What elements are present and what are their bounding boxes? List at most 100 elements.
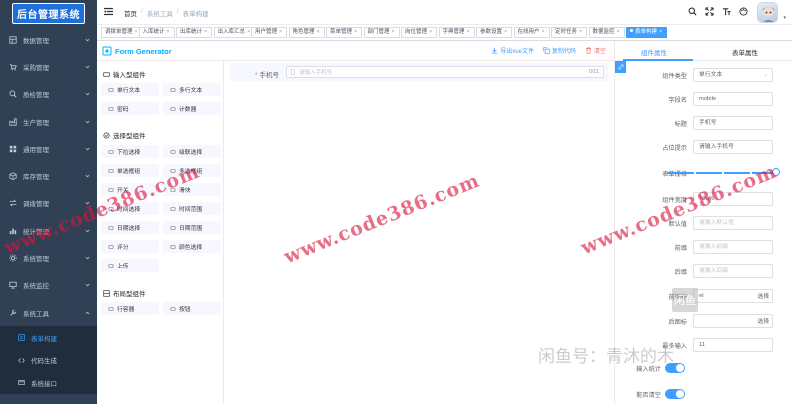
sidebar-item-9[interactable]: 系统管理 <box>0 244 97 271</box>
grid-slider-handle[interactable] <box>772 168 780 176</box>
submenu-item-2[interactable]: 代码生成 <box>0 349 97 372</box>
grid-icon <box>9 145 17 153</box>
close-icon[interactable]: × <box>204 29 207 35</box>
tag-1[interactable]: 调拨单管理 × <box>101 27 143 38</box>
close-icon[interactable]: × <box>167 29 170 35</box>
select-component-1[interactable]: 下拉选择 <box>101 145 159 158</box>
prefix-input[interactable]: 请输入前缀 <box>693 240 773 254</box>
grid-slider-track[interactable] <box>667 172 777 174</box>
tag-10[interactable]: 字典管理 × <box>438 27 475 38</box>
close-icon[interactable]: × <box>247 29 250 35</box>
sidebar-item-8[interactable]: 统计管理 <box>0 217 97 244</box>
theme-icon[interactable] <box>739 7 748 16</box>
title-input[interactable]: 手机号 <box>693 116 773 130</box>
tag-12[interactable]: 在线用户 × <box>513 27 550 38</box>
width-input[interactable]: 100% <box>693 192 773 206</box>
component-type-select[interactable]: 单行文本 ⌄ <box>693 68 773 82</box>
suffix-icon-select-button[interactable]: 选择 <box>757 316 769 328</box>
select-component-4[interactable]: 多选框组 <box>163 164 221 177</box>
select-component-8[interactable]: 时间范围 <box>163 202 221 215</box>
sidebar-item-10[interactable]: 系统监控 <box>0 272 97 299</box>
submenu-item-3[interactable]: 系统接口 <box>0 371 97 394</box>
avatar[interactable] <box>757 2 778 23</box>
default-value-input[interactable]: 请输入默认值 <box>693 216 773 230</box>
tag-13[interactable]: 定时任务 × <box>551 27 588 38</box>
sidebar-item-3[interactable]: 质检管理 <box>0 81 97 108</box>
field-name-input[interactable]: mobile <box>693 92 773 106</box>
sidebar-item-7[interactable]: 调拨管理 <box>0 190 97 217</box>
search-icon[interactable] <box>688 7 697 16</box>
close-icon[interactable]: × <box>617 29 620 35</box>
tag-6[interactable]: 角色管理 × <box>288 27 325 38</box>
sidebar-item-5[interactable]: 通用管理 <box>0 135 97 162</box>
tag-11[interactable]: 参数设置 × <box>476 27 513 38</box>
tag-2[interactable]: 入库统计 × <box>138 27 175 38</box>
select-component-3[interactable]: 单选框组 <box>101 164 159 177</box>
suffix-input[interactable]: 请输入后缀 <box>693 264 773 278</box>
close-icon[interactable]: × <box>135 29 138 35</box>
close-icon[interactable]: × <box>659 29 662 35</box>
close-icon[interactable]: × <box>392 29 395 35</box>
select-component-11[interactable]: 评分 <box>101 240 159 253</box>
sidebar-item-1[interactable]: 数据管理 <box>0 26 97 53</box>
sidebar-item-4[interactable]: 生产管理 <box>0 108 97 135</box>
prefix-icon-input[interactable]: el 选择 <box>693 289 773 303</box>
breadcrumb-home[interactable]: 首页 <box>124 8 137 18</box>
layout-component-2[interactable]: 按钮 <box>163 302 221 315</box>
tag-7[interactable]: 菜单管理 × <box>326 27 363 38</box>
close-icon[interactable]: × <box>354 29 357 35</box>
input-component-1[interactable]: 单行文本 <box>101 83 159 96</box>
layout-component-1[interactable]: 行容器 <box>101 302 159 315</box>
close-icon[interactable]: × <box>279 29 282 35</box>
mobile-input[interactable]: 请输入手机号 0/11 <box>286 66 604 78</box>
sidebar-item-6[interactable]: 库存管理 <box>0 162 97 189</box>
close-icon[interactable]: × <box>429 29 432 35</box>
select-component-5[interactable]: 开关 <box>101 183 159 196</box>
tag-label: 岗位管理 <box>405 29 428 35</box>
select-component-7[interactable]: 时间选择 <box>101 202 159 215</box>
attr-field-name: 字段名 mobile <box>615 92 792 106</box>
tab-component-attributes[interactable]: 组件属性 <box>641 47 667 57</box>
close-icon[interactable]: × <box>579 29 582 35</box>
close-icon[interactable]: × <box>467 29 470 35</box>
select-component-10[interactable]: 日期范围 <box>163 221 221 234</box>
form-item-mobile[interactable]: * 手机号 请输入手机号 0/11 <box>230 63 608 81</box>
tag-14[interactable]: 数据监控 × <box>588 27 625 38</box>
prefix-icon-select-button[interactable]: 选择 <box>757 291 769 303</box>
sidebar-item-2[interactable]: 采购管理 <box>0 53 97 80</box>
close-icon[interactable]: × <box>542 29 545 35</box>
tag-4[interactable]: 出入库汇总 × <box>213 27 256 38</box>
copy-code-button[interactable]: 复制代码 <box>543 46 576 55</box>
form-canvas[interactable]: * 手机号 请输入手机号 0/11 <box>224 61 614 404</box>
tag-3[interactable]: 出库统计 × <box>176 27 213 38</box>
select-component-2[interactable]: 级联选择 <box>163 145 221 158</box>
close-icon[interactable]: × <box>317 29 320 35</box>
tab-form-attributes[interactable]: 表单属性 <box>732 47 758 57</box>
close-icon[interactable]: × <box>504 29 507 35</box>
chevron-down-icon[interactable]: ▾ <box>783 15 786 21</box>
submenu-item-1[interactable]: 表单构建 <box>0 326 97 349</box>
clearable-toggle[interactable] <box>665 389 685 399</box>
export-vue-button[interactable]: 导出vue文件 <box>491 46 534 55</box>
maxlength-input[interactable]: 11 <box>693 338 773 352</box>
input-component-3[interactable]: 密码 <box>101 102 159 115</box>
placeholder-input[interactable]: 请输入手机号 <box>693 140 773 154</box>
sidebar-item-11[interactable]: 系统工具 <box>0 299 97 326</box>
suffix-icon-input[interactable]: 选择 <box>693 314 773 328</box>
select-component-6[interactable]: 滑块 <box>163 183 221 196</box>
tag-8[interactable]: 部门管理 × <box>363 27 400 38</box>
font-size-icon[interactable] <box>722 7 731 16</box>
show-count-toggle[interactable] <box>665 363 685 373</box>
tag-5[interactable]: 用户管理 × <box>251 27 288 38</box>
select-component-13[interactable]: 上传 <box>101 259 159 272</box>
tag-9[interactable]: 岗位管理 × <box>401 27 438 38</box>
select-component-9[interactable]: 日期选择 <box>101 221 159 234</box>
select-component-12[interactable]: 颜色选择 <box>163 240 221 253</box>
logo[interactable]: 后台管理系统 <box>0 0 97 26</box>
fullscreen-icon[interactable] <box>705 7 714 16</box>
tag-15[interactable]: 表单构建 × <box>626 27 668 38</box>
hamburger-icon[interactable] <box>104 7 113 16</box>
clear-button[interactable]: 清空 <box>585 46 606 55</box>
input-component-4[interactable]: 计数器 <box>163 102 221 115</box>
input-component-2[interactable]: 多行文本 <box>163 83 221 96</box>
